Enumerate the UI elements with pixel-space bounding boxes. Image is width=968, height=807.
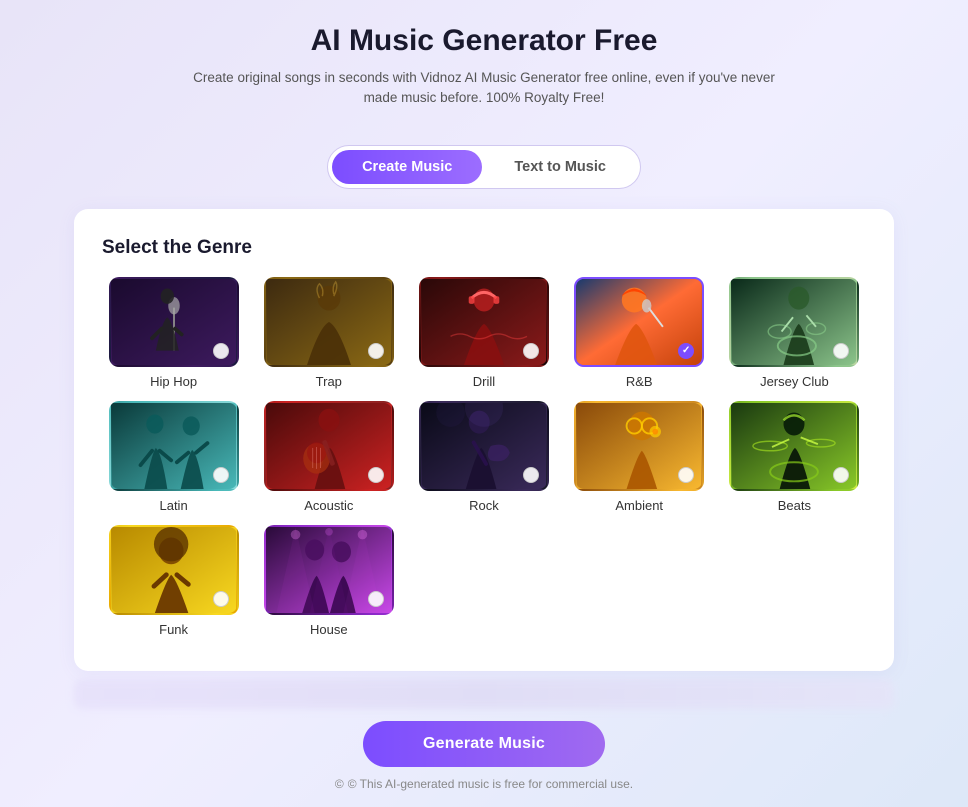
radio-funk (213, 591, 229, 607)
radio-rnb (678, 343, 694, 359)
genre-label-rock: Rock (469, 498, 499, 513)
genre-label-acoustic: Acoustic (304, 498, 353, 513)
genre-image-rnb (574, 277, 704, 367)
genre-item-beats[interactable]: Beats (723, 401, 866, 513)
genre-item-hiphop[interactable]: Hip Hop (102, 277, 245, 389)
tab-bar: Create Music Text to Music (327, 145, 641, 189)
section-title: Select the Genre (102, 237, 866, 259)
genre-grid: Hip Hop Trap (102, 277, 866, 637)
genre-image-acoustic (264, 401, 394, 491)
genre-image-funk (109, 525, 239, 615)
radio-acoustic (368, 467, 384, 483)
genre-label-jerseyclub: Jersey Club (760, 374, 829, 389)
genre-image-hiphop (109, 277, 239, 367)
radio-drill (523, 343, 539, 359)
radio-beats (833, 467, 849, 483)
radio-jerseyclub (833, 343, 849, 359)
genre-image-jerseyclub (729, 277, 859, 367)
genre-item-ambient[interactable]: Ambient (568, 401, 711, 513)
blurred-section (74, 679, 894, 709)
genre-selection-card: Select the Genre Hip Hop (74, 209, 894, 671)
page-header: AI Music Generator Free Create original … (184, 24, 784, 109)
genre-label-funk: Funk (159, 622, 188, 637)
copyright-icon: © (335, 777, 344, 791)
genre-image-rock (419, 401, 549, 491)
radio-house (368, 591, 384, 607)
genre-label-trap: Trap (316, 374, 342, 389)
page-title: AI Music Generator Free (184, 24, 784, 58)
genre-label-ambient: Ambient (615, 498, 663, 513)
radio-hiphop (213, 343, 229, 359)
genre-item-jerseyclub[interactable]: Jersey Club (723, 277, 866, 389)
genre-label-house: House (310, 622, 348, 637)
genre-image-latin (109, 401, 239, 491)
genre-label-beats: Beats (778, 498, 811, 513)
genre-item-drill[interactable]: Drill (412, 277, 555, 389)
genre-label-rnb: R&B (626, 374, 653, 389)
genre-item-funk[interactable]: Funk (102, 525, 245, 637)
tab-text-to-music[interactable]: Text to Music (484, 150, 636, 184)
genre-item-latin[interactable]: Latin (102, 401, 245, 513)
genre-label-hiphop: Hip Hop (150, 374, 197, 389)
radio-ambient (678, 467, 694, 483)
genre-label-drill: Drill (473, 374, 495, 389)
genre-item-acoustic[interactable]: Acoustic (257, 401, 400, 513)
genre-image-trap (264, 277, 394, 367)
generate-music-button[interactable]: Generate Music (363, 721, 605, 767)
radio-latin (213, 467, 229, 483)
genre-item-house[interactable]: House (257, 525, 400, 637)
genre-image-ambient (574, 401, 704, 491)
copyright-text: © This AI-generated music is free for co… (348, 777, 633, 791)
genre-image-beats (729, 401, 859, 491)
radio-rock (523, 467, 539, 483)
generate-area: Generate Music © © This AI-generated mus… (335, 721, 633, 791)
genre-label-latin: Latin (159, 498, 187, 513)
tab-create-music[interactable]: Create Music (332, 150, 482, 184)
genre-item-rock[interactable]: Rock (412, 401, 555, 513)
genre-image-drill (419, 277, 549, 367)
genre-item-trap[interactable]: Trap (257, 277, 400, 389)
genre-image-house (264, 525, 394, 615)
page-subtitle: Create original songs in seconds with Vi… (184, 68, 784, 109)
genre-item-rnb[interactable]: R&B (568, 277, 711, 389)
copyright-note: © © This AI-generated music is free for … (335, 777, 633, 791)
radio-trap (368, 343, 384, 359)
